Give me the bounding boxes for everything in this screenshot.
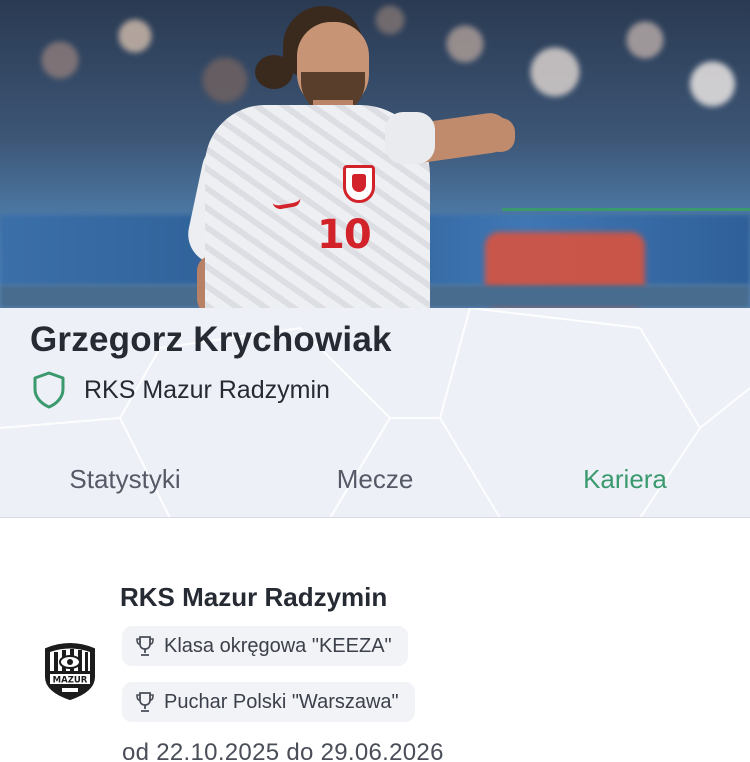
player-club-name: RKS Mazur Radzymin — [84, 375, 330, 404]
trophy-icon — [136, 636, 154, 656]
player-club-link[interactable]: RKS Mazur Radzymin — [32, 371, 330, 409]
tab-statystyki[interactable]: Statystyki — [0, 440, 250, 518]
competition-label: Klasa okręgowa "KEEZA" — [164, 634, 392, 657]
player-figure: 10 — [182, 0, 525, 308]
competition-label: Puchar Polski "Warszawa" — [164, 690, 399, 713]
active-tab-indicator — [502, 208, 750, 211]
career-club-name: RKS Mazur Radzymin — [120, 582, 388, 612]
player-header: Grzegorz Krychowiak RKS Mazur Radzymin S… — [0, 308, 750, 518]
club-logo-text: MAZUR — [53, 676, 88, 686]
tab-mecze[interactable]: Mecze — [250, 440, 500, 518]
player-name: Grzegorz Krychowiak — [30, 320, 392, 359]
national-crest-icon — [343, 165, 375, 203]
club-logo[interactable]: MAZUR — [40, 641, 100, 701]
trophy-icon — [136, 692, 154, 712]
shirt-number: 10 — [317, 212, 372, 258]
player-photo: 10 — [0, 0, 750, 308]
player-right-sleeve — [385, 112, 435, 164]
tab-bar: Statystyki Mecze Kariera — [0, 440, 750, 518]
shield-icon — [33, 371, 65, 409]
player-pointing-hand — [485, 118, 515, 152]
tab-kariera[interactable]: Kariera — [500, 440, 750, 518]
competition-chip[interactable]: Puchar Polski "Warszawa" — [122, 682, 415, 722]
tab-divider — [0, 517, 750, 518]
career-period: od 22.10.2025 do 29.06.2026 — [122, 739, 444, 762]
competition-chip[interactable]: Klasa okręgowa "KEEZA" — [122, 626, 408, 666]
